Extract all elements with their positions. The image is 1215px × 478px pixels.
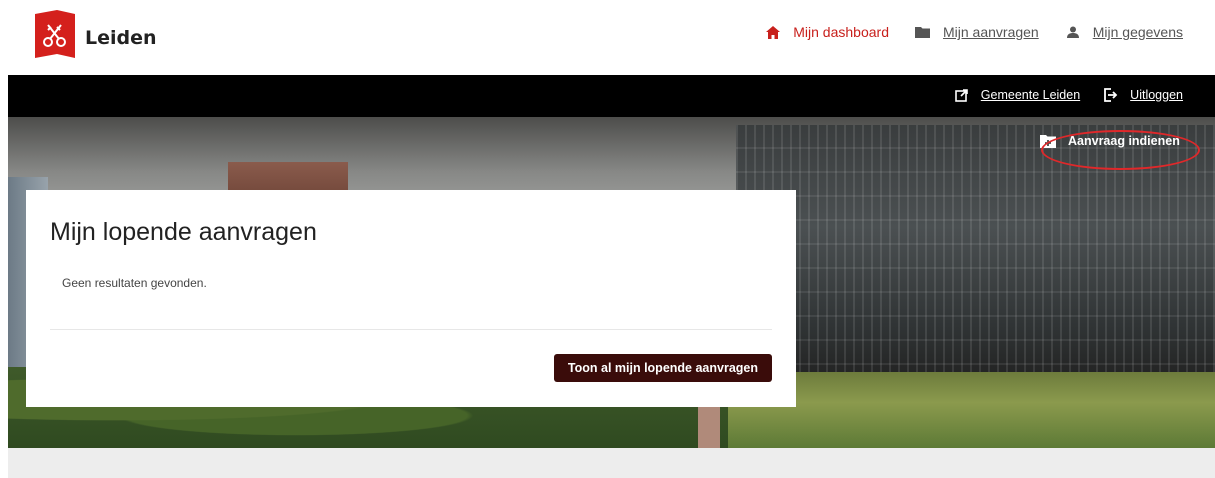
external-link-icon: [955, 88, 969, 102]
nav-label: Mijn aanvragen: [942, 24, 1039, 40]
link-label: Uitloggen: [1130, 88, 1183, 102]
running-requests-card: Mijn lopende aanvragen Geen resultaten g…: [26, 190, 796, 407]
user-icon: [1065, 25, 1081, 39]
submit-request-button[interactable]: Aanvraag indienen: [1040, 134, 1180, 148]
leiden-keys-logo-icon: [35, 10, 75, 58]
main-nav: Mijn dashboard Mijn aanvragen Mijn gegev…: [739, 24, 1183, 40]
card-divider: [50, 329, 772, 330]
card-title: Mijn lopende aanvragen: [50, 218, 317, 246]
logout-icon: [1104, 88, 1118, 102]
hero-lawn: [728, 372, 1215, 448]
nav-item-mijn-aanvragen[interactable]: Mijn aanvragen: [915, 24, 1039, 40]
empty-results-text: Geen resultaten gevonden.: [62, 276, 207, 290]
folder-plus-icon: [1040, 134, 1056, 148]
footer-band: [8, 448, 1215, 478]
link-gemeente-leiden[interactable]: Gemeente Leiden: [955, 88, 1080, 102]
nav-item-mijn-gegevens[interactable]: Mijn gegevens: [1065, 24, 1183, 40]
nav-label: Mijn gegevens: [1092, 24, 1183, 40]
nav-label: Mijn dashboard: [793, 24, 889, 40]
show-all-requests-button[interactable]: Toon al mijn lopende aanvragen: [553, 354, 772, 382]
submit-request-label: Aanvraag indienen: [1068, 134, 1180, 148]
top-bar-links: Gemeente Leiden Uitloggen: [931, 88, 1183, 102]
hero-building-glass: [736, 125, 1215, 380]
nav-item-mijn-dashboard[interactable]: Mijn dashboard: [765, 24, 889, 40]
leiden-logo[interactable]: Leiden: [35, 10, 157, 58]
top-bar: Gemeente Leiden Uitloggen: [8, 75, 1215, 117]
folder-icon: [915, 25, 931, 39]
link-label: Gemeente Leiden: [980, 88, 1081, 102]
header: Leiden Mijn dashboard Mijn aanvragen Mij…: [0, 0, 1215, 75]
logo-text: Leiden: [85, 27, 157, 49]
logout-link[interactable]: Uitloggen: [1104, 88, 1183, 102]
home-icon: [765, 25, 781, 39]
